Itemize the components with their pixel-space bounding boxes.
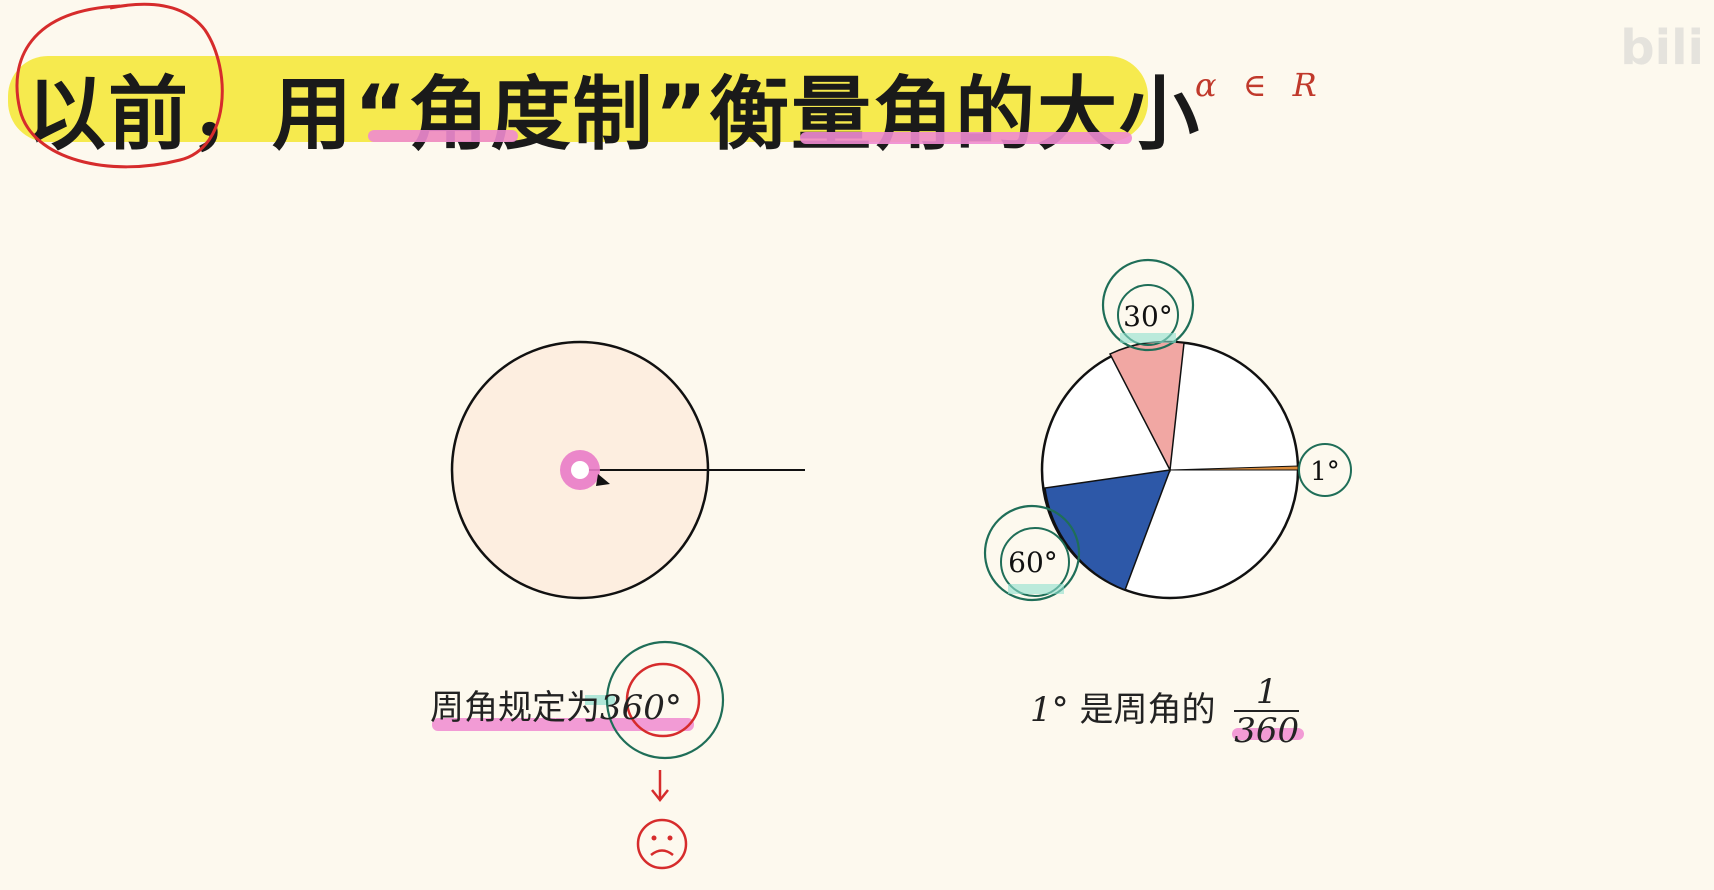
- caption-left: 周角规定为360°: [430, 680, 682, 729]
- teal-highlight-30: [1120, 333, 1176, 343]
- center-dot: [571, 461, 589, 479]
- teal-highlight-60: [1008, 584, 1064, 594]
- caption-right-prefix: 1°: [1030, 690, 1069, 730]
- underline-jiaodedaxiao: [800, 132, 1132, 144]
- fraction-denominator: 360: [1234, 711, 1300, 751]
- underline-jiaoduzhi: [368, 130, 518, 142]
- caption-left-text: 周角规定为: [430, 688, 600, 728]
- label-1: 1°: [1310, 457, 1340, 487]
- label-60: 60°: [1008, 546, 1058, 579]
- caption-left-value: 360°: [600, 688, 682, 728]
- diagram-canvas: 30° 1° 60°: [15, 2, 1352, 870]
- slide: 以前，用“角度制”衡量角的大小 α ∈ R bili 30° 1° 60° 周角…: [0, 0, 1714, 890]
- red-hand-circle: [15, 2, 224, 169]
- fraction: 1 360: [1234, 674, 1300, 751]
- sad-face-icon: [636, 818, 688, 870]
- fraction-numerator: 1: [1234, 674, 1300, 712]
- caption-right-text: 是周角的: [1079, 690, 1216, 730]
- label-30: 30°: [1123, 300, 1173, 333]
- caption-right: 1° 是周角的 1 360: [1030, 674, 1300, 751]
